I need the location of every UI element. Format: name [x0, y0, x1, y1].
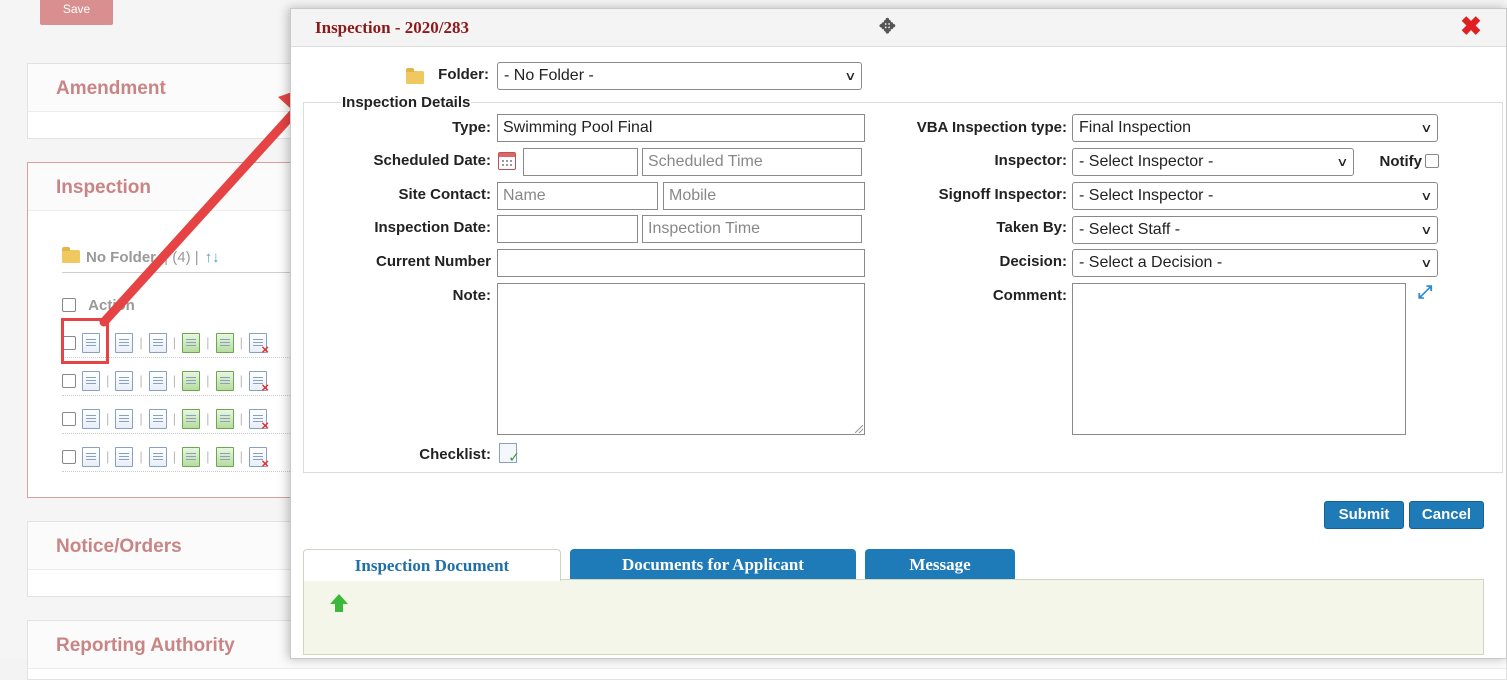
delete-icon[interactable] [248, 446, 269, 471]
folder-filter-label: No Folder [86, 249, 156, 266]
scheduled-time-input[interactable] [642, 148, 862, 176]
select-all-checkbox[interactable] [62, 298, 76, 312]
dialog-title-bar[interactable]: Inspection - 2020/283 ✥ ✖ [291, 9, 1506, 47]
delete-icon[interactable] [248, 370, 269, 395]
chevron-down-icon: ∨ [1420, 121, 1433, 135]
notify-checkbox[interactable] [1425, 154, 1439, 168]
type-label: Type: [452, 119, 491, 136]
folder-label: Folder: [438, 66, 489, 83]
taken-by-label: Taken By: [996, 219, 1067, 236]
inspector-label: Inspector: [994, 152, 1067, 169]
type-input[interactable] [497, 114, 865, 142]
bg-save-button[interactable]: Save [40, 0, 113, 25]
document-icon[interactable] [148, 370, 167, 391]
tab-inspection-document[interactable]: Inspection Document [303, 549, 561, 581]
tab-panel [303, 579, 1484, 655]
folder-count: | (4) | [164, 249, 199, 266]
site-contact-label: Site Contact: [398, 186, 491, 203]
checklist-icon[interactable] [182, 370, 201, 391]
row-checkbox[interactable] [62, 449, 76, 464]
key-icon[interactable] [115, 446, 134, 467]
edit-icon[interactable] [82, 408, 100, 429]
note-textarea[interactable] [497, 283, 865, 435]
move-icon[interactable]: ✥ [879, 17, 896, 37]
chevron-down-icon: ∨ [844, 69, 857, 83]
key-icon[interactable] [115, 332, 134, 353]
current-number-input[interactable] [497, 249, 865, 277]
inspection-details-legend: Inspection Details [341, 94, 472, 111]
checklist-icon[interactable] [182, 446, 201, 467]
inspection-dialog: Inspection - 2020/283 ✥ ✖ Folder: - No F… [290, 8, 1507, 659]
document-icon[interactable] [148, 446, 167, 467]
signoff-inspector-label: Signoff Inspector: [938, 186, 1067, 203]
inspection-time-input[interactable] [642, 215, 862, 243]
edit-icon[interactable] [82, 446, 100, 467]
inspector-select[interactable]: - Select Inspector - ∨ [1072, 148, 1354, 176]
resize-grip-icon[interactable] [855, 425, 863, 433]
checklist-label: Checklist: [419, 446, 491, 463]
decision-label: Decision: [999, 253, 1067, 270]
signoff-inspector-select[interactable]: - Select Inspector - ∨ [1072, 182, 1438, 210]
key-icon[interactable] [115, 370, 134, 391]
folder-icon [62, 247, 80, 263]
expand-icon[interactable]: ⤢ [1418, 283, 1432, 301]
inspection-date-label: Inspection Date: [374, 219, 491, 236]
scheduled-date-input[interactable] [523, 148, 638, 176]
checklist-icon[interactable] [499, 443, 520, 466]
edit-icon[interactable] [82, 370, 100, 391]
folder-select[interactable]: - No Folder - ∨ [497, 62, 862, 90]
row-checkbox[interactable] [62, 411, 76, 426]
upload-icon[interactable] [215, 370, 234, 391]
inspection-row: | | | | | [62, 404, 290, 434]
inspection-row: | | | | | [62, 366, 290, 396]
tab-message[interactable]: Message [865, 549, 1015, 581]
chevron-down-icon: ∨ [1420, 223, 1433, 237]
decision-select[interactable]: - Select a Decision - ∨ [1072, 249, 1438, 277]
folder-filter-row[interactable]: No Folder | (4) | ↑↓ [62, 247, 302, 273]
chevron-down-icon: ∨ [1420, 256, 1433, 270]
comment-label: Comment: [992, 287, 1067, 304]
tab-documents-for-applicant[interactable]: Documents for Applicant [570, 549, 856, 581]
comment-textarea[interactable] [1072, 283, 1406, 435]
action-header-label: Action [88, 297, 135, 314]
notify-label: Notify [1379, 153, 1423, 170]
chevron-down-icon: ∨ [1420, 189, 1433, 203]
document-icon[interactable] [148, 408, 167, 429]
cancel-button[interactable]: Cancel [1409, 501, 1484, 529]
upload-arrow-icon[interactable] [330, 594, 348, 612]
vba-type-select[interactable]: Final Inspection ∨ [1072, 114, 1438, 142]
highlight-box [61, 318, 109, 364]
inspection-date-input[interactable] [497, 215, 638, 243]
delete-icon[interactable] [248, 332, 269, 357]
inspection-row: | | | | | [62, 442, 290, 472]
vba-type-label: VBA Inspection type: [916, 119, 1067, 136]
checklist-icon[interactable] [182, 408, 201, 429]
note-label: Note: [452, 287, 491, 304]
upload-icon[interactable] [215, 332, 234, 353]
close-icon[interactable]: ✖ [1460, 14, 1482, 40]
sort-icon[interactable]: ↑↓ [205, 249, 220, 266]
delete-icon[interactable] [248, 408, 269, 433]
calendar-icon[interactable] [498, 152, 516, 170]
document-icon[interactable] [148, 332, 167, 353]
current-number-label: Current Number [375, 253, 491, 270]
scheduled-date-label: Scheduled Date: [373, 152, 491, 169]
contact-name-input[interactable] [497, 182, 658, 210]
submit-button[interactable]: Submit [1324, 501, 1404, 529]
chevron-down-icon: ∨ [1336, 155, 1349, 169]
dialog-title: Inspection - 2020/283 [315, 18, 469, 37]
upload-icon[interactable] [215, 446, 234, 467]
checklist-icon[interactable] [182, 332, 201, 353]
upload-icon[interactable] [215, 408, 234, 429]
taken-by-select[interactable]: - Select Staff - ∨ [1072, 216, 1438, 244]
contact-mobile-input[interactable] [663, 182, 865, 210]
key-icon[interactable] [115, 408, 134, 429]
action-header: Action [62, 297, 135, 314]
row-checkbox[interactable] [62, 373, 76, 388]
